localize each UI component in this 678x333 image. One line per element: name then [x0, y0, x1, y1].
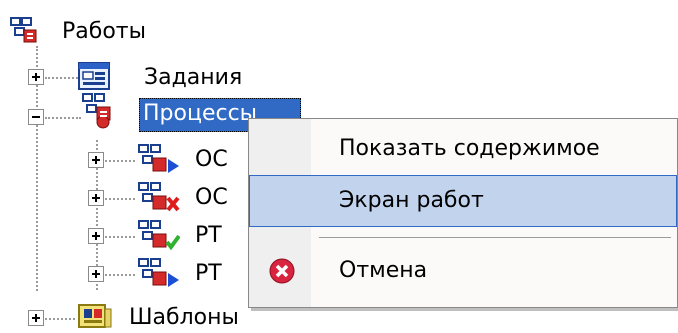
workflow-icon: [10, 17, 37, 43]
expand-toggle[interactable]: [28, 310, 44, 326]
tree-item-label: Задания: [144, 65, 243, 90]
tree-root-label: Работы: [62, 19, 146, 44]
collapse-toggle[interactable]: [28, 109, 44, 125]
expand-toggle[interactable]: [88, 228, 104, 244]
tree-item-label: PT: [195, 261, 222, 286]
menu-item-show-contents[interactable]: Показать содержимое: [249, 123, 677, 175]
menu-item-cancel[interactable]: Отмена: [249, 245, 677, 297]
tree-item-child[interactable]: PT: [84, 219, 254, 255]
tree-item-shablony[interactable]: Шаблоны: [24, 302, 284, 333]
process-error-icon: [138, 182, 180, 212]
menu-item-label: Отмена: [339, 258, 428, 283]
tree-item-label: Процессы: [143, 101, 258, 126]
tree-item-child[interactable]: OC: [84, 181, 254, 217]
process-done-icon: [138, 220, 180, 251]
tree-item-label: OC: [195, 185, 228, 210]
menu-item-label: Показать содержимое: [339, 136, 600, 161]
expand-toggle[interactable]: [88, 190, 104, 206]
tree-item-zadaniya[interactable]: Задания: [24, 60, 264, 96]
expand-toggle[interactable]: [88, 152, 104, 168]
tree-item-child[interactable]: PT: [84, 257, 254, 293]
context-menu: Показать содержимое Экран работ Отмена: [248, 118, 678, 308]
tree-item-label: PT: [195, 223, 222, 248]
tree-item-label: OC: [195, 147, 228, 172]
process-running-icon: [138, 258, 179, 287]
tasks-icon: [78, 62, 110, 90]
menu-item-jobs-screen[interactable]: Экран работ: [249, 175, 677, 227]
menu-separator: [319, 237, 671, 238]
menu-item-label: Экран работ: [339, 188, 484, 213]
process-running-icon: [138, 144, 179, 173]
expand-toggle[interactable]: [28, 69, 44, 85]
templates-icon: [78, 304, 112, 328]
expand-toggle[interactable]: [88, 266, 104, 282]
processes-icon: [82, 93, 111, 129]
cancel-icon: [269, 258, 295, 284]
tree-root[interactable]: Работы: [10, 14, 190, 50]
tree-item-child[interactable]: OC: [84, 143, 254, 179]
tree-item-label: Шаблоны: [129, 305, 239, 330]
